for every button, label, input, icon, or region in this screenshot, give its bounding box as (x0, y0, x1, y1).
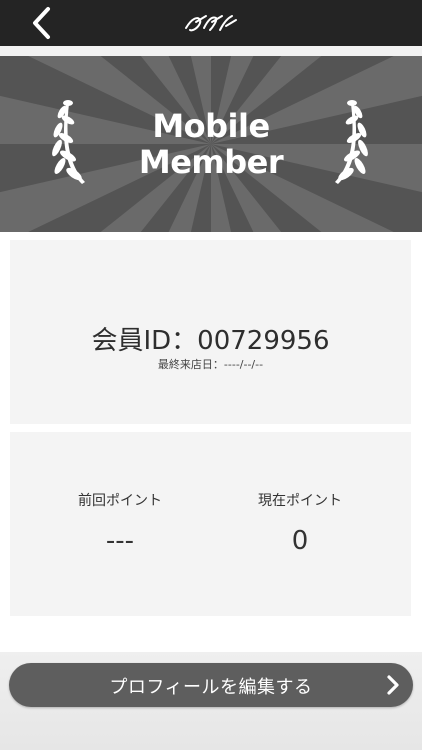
brand-script-logo-icon (185, 15, 237, 32)
chevron-left-icon (33, 7, 50, 39)
top-bar (0, 0, 422, 47)
previous-points-value: --- (105, 526, 135, 556)
mobile-member-banner: Mobile Member (0, 56, 422, 232)
previous-points-label: 前回ポイント (78, 493, 162, 509)
points-card: 前回ポイント --- 現在ポイント 0 (10, 432, 411, 616)
current-points-label: 現在ポイント (258, 493, 342, 509)
member-content: 会員ID：00729956 最終来店日：----/--/-- 前回ポイント --… (0, 232, 422, 652)
header-spacer (0, 46, 422, 56)
member-id: 会員ID：00729956 (91, 326, 330, 356)
back-button[interactable] (26, 6, 60, 40)
current-points-value: 0 (291, 526, 309, 556)
last-visit-date: 最終来店日：----/--/-- (157, 358, 264, 371)
edit-profile-button[interactable]: プロフィールを編集する (9, 663, 413, 707)
laurel-branch-icon (335, 100, 368, 184)
chevron-right-icon (387, 675, 399, 695)
edit-profile-label: プロフィールを編集する (109, 677, 313, 698)
member-info-card: 会員ID：00729956 最終来店日：----/--/-- (10, 240, 411, 424)
